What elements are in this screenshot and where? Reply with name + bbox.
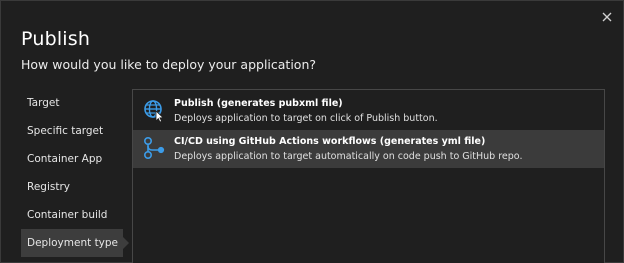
sidebar-item-label: Container App: [27, 153, 103, 165]
close-icon[interactable]: [600, 10, 614, 24]
publish-dialog: Publish How would you like to deploy you…: [0, 0, 624, 263]
dialog-subtitle: How would you like to deploy your applic…: [21, 57, 317, 72]
sidebar-item-deployment-type[interactable]: Deployment type: [21, 229, 129, 257]
option-description: Deploys application to target on click o…: [174, 113, 438, 124]
option-title: CI/CD using GitHub Actions workflows (ge…: [174, 136, 486, 147]
sidebar-item-label: Target: [27, 97, 60, 109]
wizard-steps-sidebar: Target Specific target Container App Reg…: [21, 89, 129, 257]
sidebar-item-specific-target[interactable]: Specific target: [21, 117, 129, 145]
sidebar-item-label: Container build: [27, 209, 108, 221]
sidebar-item-registry[interactable]: Registry: [21, 173, 129, 201]
option-cicd-github-actions[interactable]: CI/CD using GitHub Actions workflows (ge…: [133, 130, 604, 168]
sidebar-item-container-app[interactable]: Container App: [21, 145, 129, 173]
dialog-title: Publish: [21, 28, 91, 50]
sidebar-item-target[interactable]: Target: [21, 89, 129, 117]
globe-publish-icon: [144, 100, 164, 122]
github-actions-workflow-icon: [143, 136, 165, 160]
sidebar-item-label: Deployment type: [27, 237, 119, 249]
option-publish-pubxml[interactable]: Publish (generates pubxml file) Deploys …: [133, 92, 604, 130]
sidebar-item-label: Specific target: [27, 125, 104, 137]
sidebar-item-container-build[interactable]: Container build: [21, 201, 129, 229]
option-title: Publish (generates pubxml file): [174, 98, 343, 109]
sidebar-item-label: Registry: [27, 181, 70, 193]
deployment-options-list: Publish (generates pubxml file) Deploys …: [132, 89, 605, 263]
option-description: Deploys application to target automatica…: [174, 151, 523, 162]
